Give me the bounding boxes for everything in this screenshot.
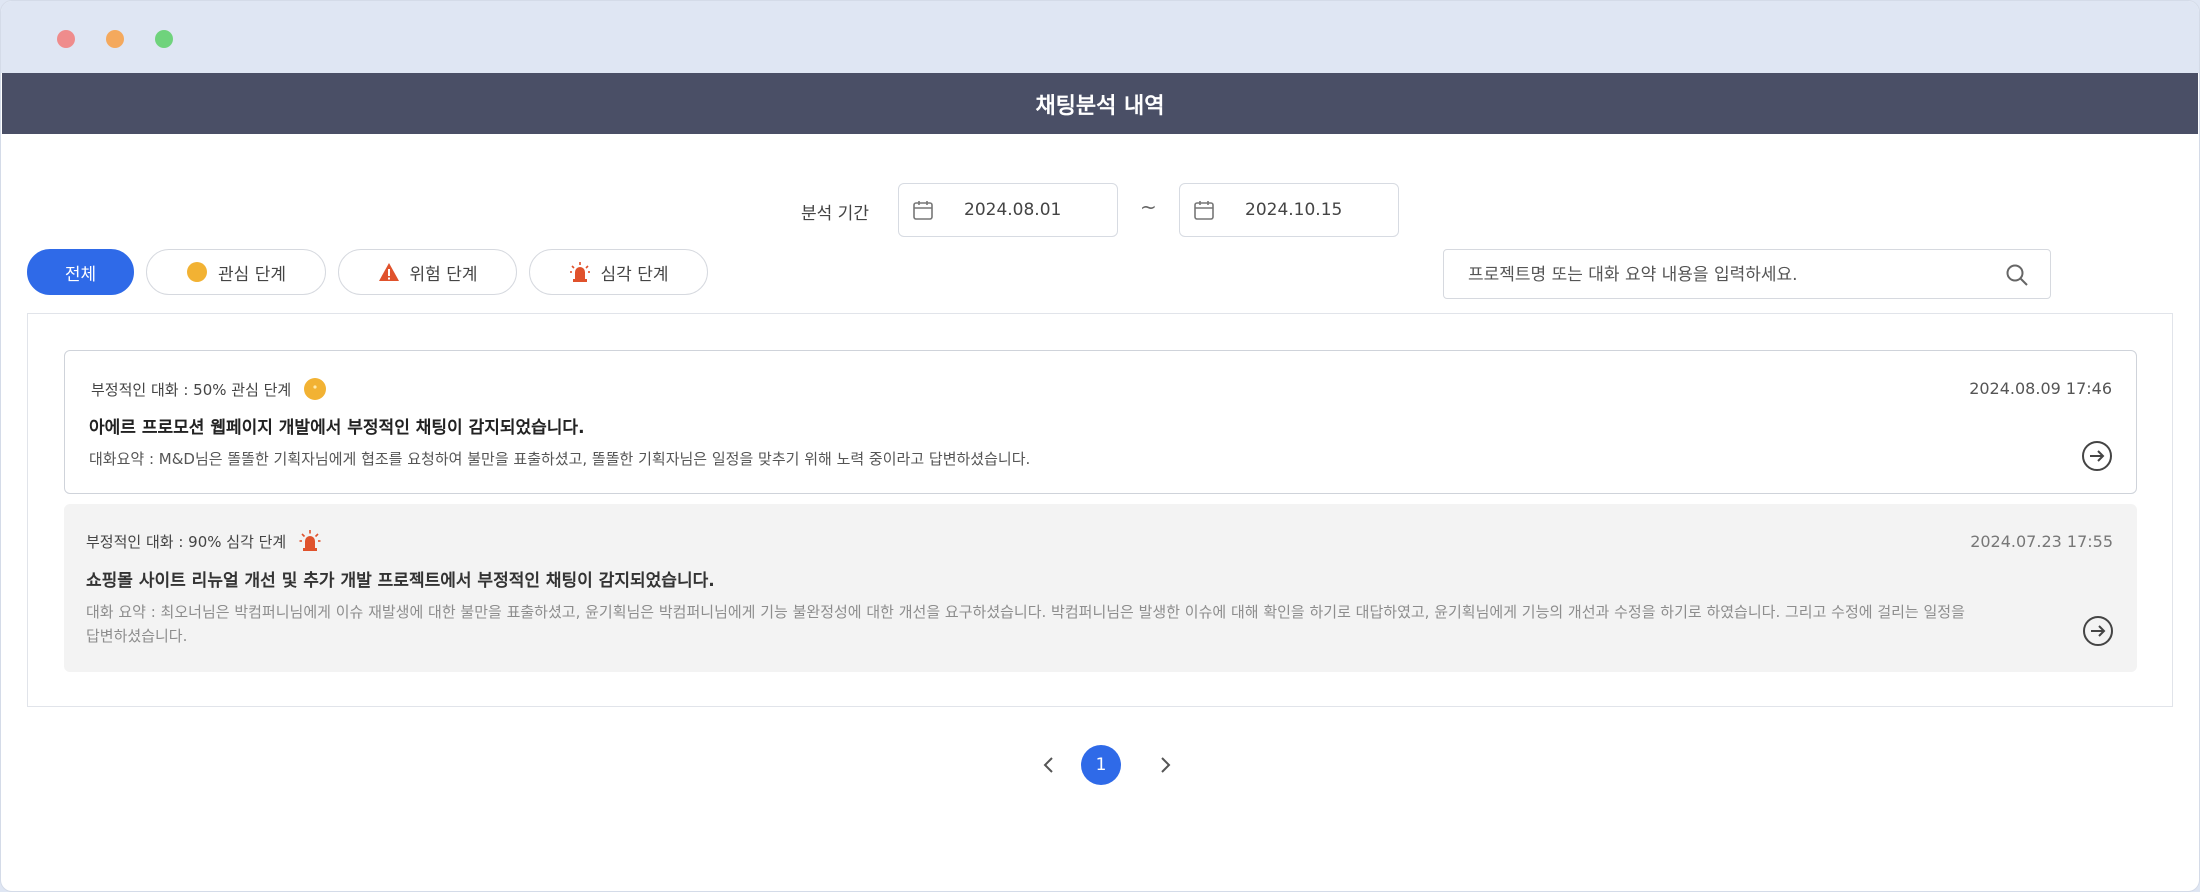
- item-date: 2024.07.23 17:55: [1970, 532, 2113, 551]
- chevron-left-icon[interactable]: [1035, 751, 1063, 779]
- item-level: 부정적인 대화 : 50% 관심 단계: [91, 377, 327, 401]
- item-date: 2024.08.09 17:46: [1969, 379, 2112, 398]
- period-label: 분석 기간: [801, 204, 869, 224]
- warning-triangle-icon: [378, 263, 399, 281]
- minimize-window-button[interactable]: [106, 30, 124, 48]
- start-date-value: 2024.08.01: [964, 200, 1062, 220]
- calendar-icon: [1194, 201, 1214, 220]
- filter-danger-label: 위험 단계: [409, 264, 478, 285]
- siren-icon: [569, 262, 590, 282]
- filter-danger-button[interactable]: 위험 단계: [338, 249, 517, 295]
- yellow-circle-icon: [304, 378, 327, 400]
- close-window-button[interactable]: [57, 30, 75, 48]
- arrow-right-circle-icon[interactable]: [2081, 614, 2115, 648]
- search-icon[interactable]: [2004, 262, 2030, 288]
- filter-severe-button[interactable]: 심각 단계: [529, 249, 708, 295]
- pagination: 1: [1021, 745, 1201, 787]
- item-level-label: 부정적인 대화 : 90% 심각 단계: [86, 532, 287, 551]
- end-date-value: 2024.10.15: [1245, 200, 1343, 220]
- app-window: 채팅분석 내역 분석 기간 2024.08.01 ~ 2024.10.15 전체…: [0, 0, 2200, 892]
- filter-severe-label: 심각 단계: [600, 264, 669, 285]
- item-summary: 대화 요약 : 최오너님은 박컴퍼니님에게 이슈 재발생에 대한 불만을 표출하…: [86, 603, 1965, 645]
- result-list: 부정적인 대화 : 50% 관심 단계 2024.08.09 17:46 아에르…: [27, 313, 2173, 707]
- window-titlebar: [1, 1, 2199, 73]
- filter-all-label: 전체: [64, 264, 97, 285]
- item-level: 부정적인 대화 : 90% 심각 단계: [86, 529, 322, 553]
- item-summary: 대화요약 : M&D님은 똘똘한 기획자님에게 협조를 요청하여 불만을 표출하…: [89, 450, 1031, 468]
- siren-icon: [299, 530, 321, 551]
- calendar-icon: [913, 201, 933, 220]
- start-date-picker[interactable]: 2024.08.01: [898, 183, 1118, 237]
- maximize-window-button[interactable]: [155, 30, 173, 48]
- page-title: 채팅분석 내역: [1035, 93, 1165, 119]
- search-input[interactable]: [1466, 262, 1990, 288]
- search-box[interactable]: [1443, 249, 2051, 299]
- filter-all-button[interactable]: 전체: [27, 249, 134, 295]
- yellow-circle-icon: [187, 262, 208, 282]
- page-number-button[interactable]: 1: [1081, 745, 1121, 785]
- item-title: 아에르 프로모션 웹페이지 개발에서 부정적인 채팅이 감지되었습니다.: [89, 418, 585, 438]
- list-item[interactable]: 부정적인 대화 : 50% 관심 단계 2024.08.09 17:46 아에르…: [64, 350, 2137, 494]
- filter-caution-button[interactable]: 관심 단계: [146, 249, 326, 295]
- item-title: 쇼핑몰 사이트 리뉴얼 개선 및 추가 개발 프로젝트에서 부정적인 채팅이 감…: [86, 571, 715, 591]
- end-date-picker[interactable]: 2024.10.15: [1179, 183, 1399, 237]
- list-item[interactable]: 부정적인 대화 : 90% 심각 단계 2024.07.23 17:55 쇼핑몰…: [64, 504, 2137, 672]
- arrow-right-circle-icon[interactable]: [2080, 439, 2114, 473]
- period-separator: ~: [1140, 195, 1157, 219]
- page-header: 채팅분석 내역: [2, 73, 2198, 134]
- item-level-label: 부정적인 대화 : 50% 관심 단계: [91, 380, 292, 399]
- chevron-right-icon[interactable]: [1151, 751, 1179, 779]
- filter-caution-label: 관심 단계: [218, 264, 286, 285]
